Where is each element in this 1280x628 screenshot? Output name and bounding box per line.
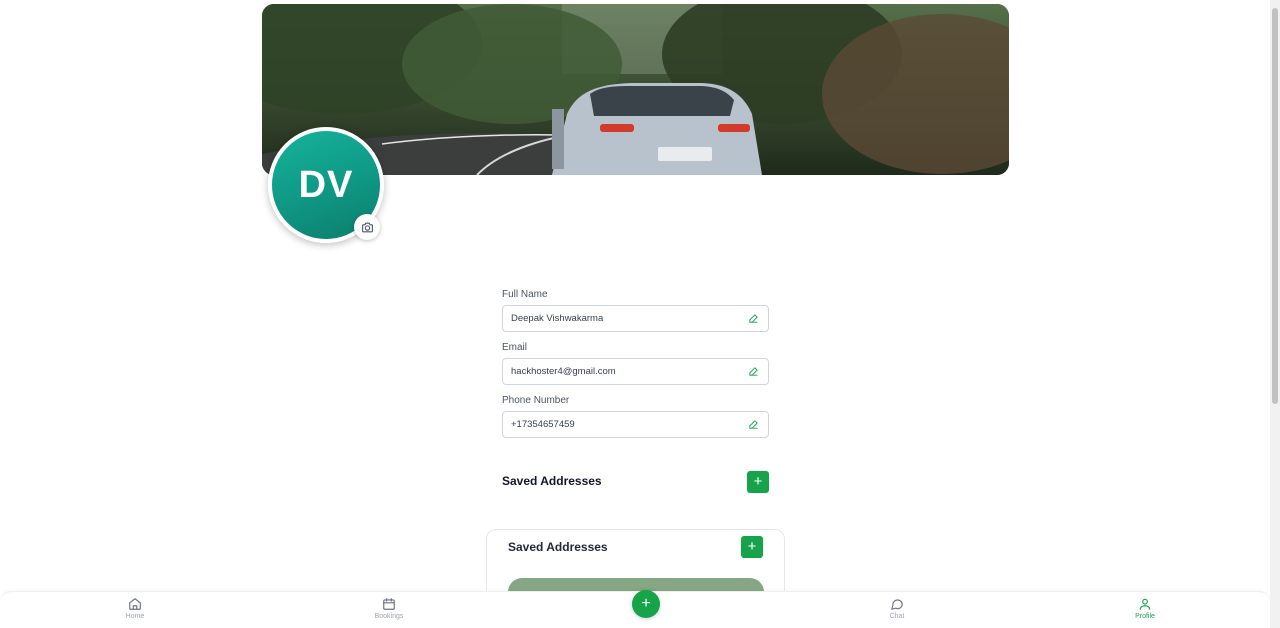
camera-icon <box>361 222 373 232</box>
calendar-icon <box>383 598 395 610</box>
phone-value: +17354657459 <box>511 419 575 430</box>
user-icon <box>1139 598 1151 610</box>
email-value: hackhoster4@gmail.com <box>511 366 616 377</box>
phone-label: Phone Number <box>502 395 570 406</box>
full-name-input[interactable]: Deepak Vishwakarma <box>502 305 769 332</box>
card-title: Saved Addresses <box>508 540 608 554</box>
nav-item-home[interactable]: Home <box>105 597 165 620</box>
pencil-icon <box>748 420 758 429</box>
pencil-icon <box>748 314 758 323</box>
nav-item-profile[interactable]: Profile <box>1115 597 1175 620</box>
full-name-field: Full Name Deepak Vishwakarma <box>502 289 769 332</box>
edit-phone-button[interactable] <box>746 418 760 432</box>
create-booking-fab[interactable]: + <box>632 590 660 618</box>
full-name-label: Full Name <box>502 289 548 300</box>
full-name-value: Deepak Vishwakarma <box>511 313 604 324</box>
nav-label-home: Home <box>125 613 145 620</box>
nav-item-bookings[interactable]: Bookings <box>359 597 419 620</box>
card-add-address-button[interactable]: + <box>741 536 763 558</box>
pencil-icon <box>748 367 758 376</box>
avatar-initials: DV <box>298 163 354 206</box>
phone-field: Phone Number +17354657459 <box>502 395 769 438</box>
chat-icon <box>891 599 903 610</box>
phone-input[interactable]: +17354657459 <box>502 411 769 438</box>
profile-page: DV Full Name Deepak Vishwakarma Email ha… <box>0 0 1270 628</box>
nav-item-chat[interactable]: Chat <box>867 597 927 620</box>
scrollbar-thumb[interactable] <box>1272 8 1278 404</box>
email-field: Email hackhoster4@gmail.com <box>502 342 769 385</box>
nav-label-profile: Profile <box>1135 613 1155 620</box>
nav-label-bookings: Bookings <box>374 613 404 620</box>
home-icon <box>129 598 141 610</box>
edit-email-button[interactable] <box>746 365 760 379</box>
cover-image <box>262 4 1009 175</box>
add-address-button[interactable]: + <box>747 471 769 493</box>
email-label: Email <box>502 342 528 353</box>
edit-full-name-button[interactable] <box>746 312 760 326</box>
page-scrollbar[interactable] <box>1270 0 1280 628</box>
nav-label-chat: Chat <box>889 613 905 620</box>
saved-addresses-title: Saved Addresses <box>502 474 602 488</box>
change-photo-button[interactable] <box>354 214 380 240</box>
email-input[interactable]: hackhoster4@gmail.com <box>502 358 769 385</box>
